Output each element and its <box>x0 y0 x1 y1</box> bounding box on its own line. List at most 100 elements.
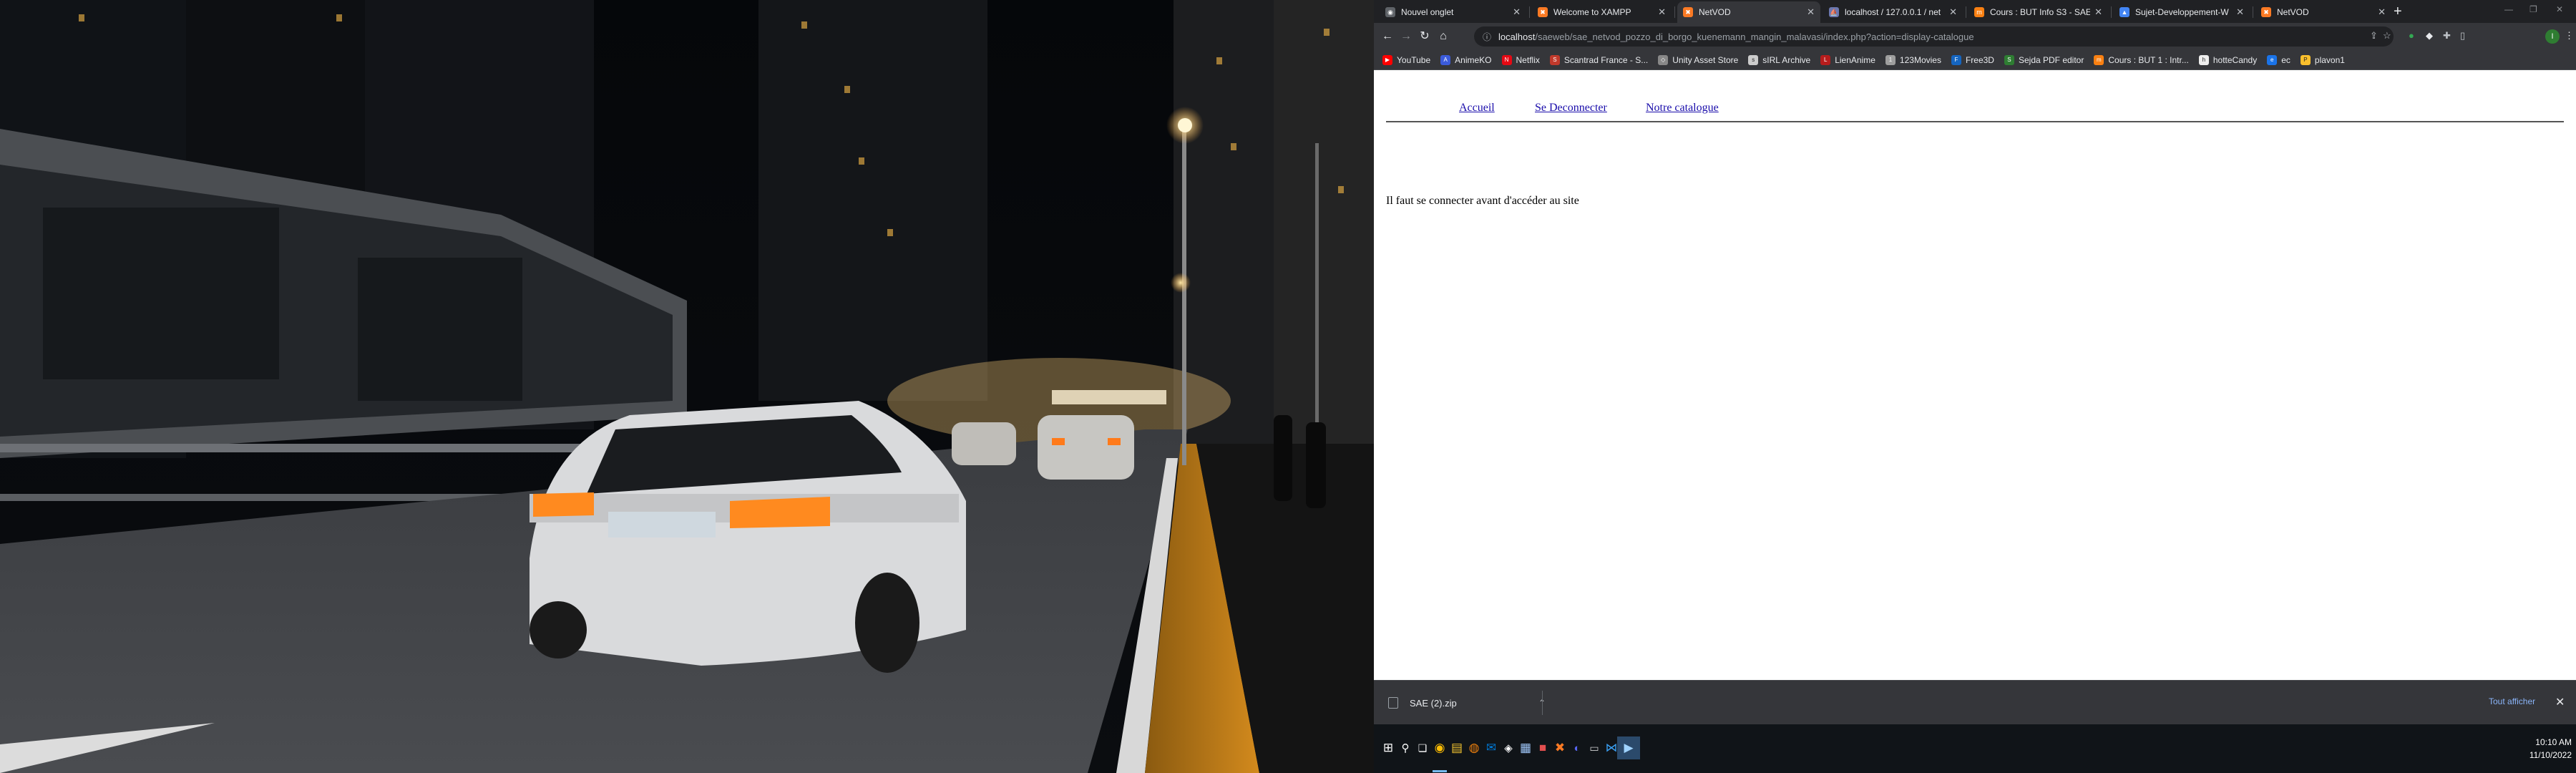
new-tab-button[interactable]: + <box>2394 3 2402 20</box>
tab-separator <box>2111 6 2112 18</box>
url-host: localhost <box>1498 31 1536 42</box>
close-icon[interactable]: ✕ <box>1658 6 1666 18</box>
plavon-icon: P <box>2300 54 2311 65</box>
info-icon[interactable]: ⓘ <box>1483 31 1491 43</box>
bookmark-label: LienAnime <box>1835 54 1875 65</box>
bookmark-label: plavon1 <box>2314 54 2345 65</box>
bookmark-label: sIRL Archive <box>1762 54 1811 65</box>
minimize-icon[interactable]: — <box>2504 4 2513 14</box>
kebab-menu-icon[interactable]: ⋮ <box>2565 30 2574 42</box>
bookmark-label: hotteCandy <box>2212 54 2258 65</box>
close-icon[interactable]: ✕ <box>2094 6 2102 18</box>
movies-icon: 1 <box>1885 54 1896 65</box>
bookmark-label: YouTube <box>1397 54 1431 65</box>
scantrad-icon: S <box>1549 54 1560 65</box>
bookmark-label: 123Movies <box>1899 54 1941 65</box>
bookmark-youtube[interactable]: ▶ YouTube <box>1382 54 1431 65</box>
youtube-icon: ▶ <box>1382 54 1392 65</box>
phpmyadmin-icon: ⛵ <box>1829 7 1839 17</box>
free3d-icon: F <box>1951 54 1961 65</box>
extension-icon[interactable]: ◆ <box>2426 30 2433 42</box>
active-app-icon[interactable]: ▶ <box>1617 736 1640 759</box>
download-separator <box>1542 691 1543 715</box>
bookmark-label: Free3D <box>1965 54 1994 65</box>
bookmark-free3d[interactable]: F Free3D <box>1951 54 1994 65</box>
bookmark-cours[interactable]: m Cours : BUT 1 : Intr... <box>2094 54 2189 65</box>
ec-icon: e <box>2267 54 2278 65</box>
side-panel-icon[interactable]: ▯ <box>2460 30 2465 42</box>
tab-separator <box>1529 6 1530 18</box>
close-icon[interactable]: ✕ <box>1513 6 1521 18</box>
bookmark-sejda[interactable]: S Sejda PDF editor <box>2004 54 2084 65</box>
profile-avatar[interactable]: I <box>2545 29 2560 44</box>
download-bar: SAE (2).zip ⌃ Tout afficher ✕ <box>1374 680 2576 724</box>
bookmark-ec[interactable]: e ec <box>2267 54 2290 65</box>
moodle-icon: m <box>1974 7 1984 17</box>
netflix-icon: N <box>1501 54 1512 65</box>
drive-icon: ▲ <box>2119 7 2129 17</box>
close-icon[interactable]: ✕ <box>2378 6 2386 18</box>
reload-icon[interactable]: ↻ <box>1417 29 1433 44</box>
url-path: /saeweb/sae_netvod_pozzo_di_borgo_kuenem… <box>1535 31 1974 42</box>
tab-moodle[interactable]: m Cours : BUT Info S3 - SAE ✕ <box>1968 1 2108 23</box>
tab-title: NetVOD <box>2277 7 2309 17</box>
tab-netvod[interactable]: ✖ NetVOD ✕ <box>2255 1 2391 23</box>
download-filename: SAE (2).zip <box>1410 697 1457 709</box>
tab-title: Welcome to XAMPP <box>1553 7 1631 17</box>
nav-link-logout[interactable]: Se Deconnecter <box>1535 102 1607 115</box>
browser-window: ◉ Nouvel onglet ✕ ✖ Welcome to XAMPP ✕ ✖… <box>1374 0 2576 773</box>
tab-title: Nouvel onglet <box>1401 7 1454 17</box>
unity-icon: ◇ <box>1658 54 1669 65</box>
nav-link-catalogue[interactable]: Notre catalogue <box>1646 102 1719 115</box>
bookmark-plavon1[interactable]: Pplavon1 <box>2300 54 2345 65</box>
address-bar[interactable]: ⓘ localhost/saeweb/sae_netvod_pozzo_di_b… <box>1474 26 2394 47</box>
bookmark-label: Sejda PDF editor <box>2018 54 2084 65</box>
system-clock[interactable]: 10:10 AM 11/10/2022 <box>2529 736 2572 762</box>
bookmark-hottecandy[interactable]: h hotteCandy <box>2198 54 2258 65</box>
tab-strip: ◉ Nouvel onglet ✕ ✖ Welcome to XAMPP ✕ ✖… <box>1374 0 2576 23</box>
browser-toolbar: ← → ↻ ⌂ ⓘ localhost/saeweb/sae_netvod_po… <box>1374 23 2576 50</box>
bookmark-star-icon[interactable]: ☆ <box>2383 30 2391 42</box>
home-icon[interactable]: ⌂ <box>1435 29 1451 44</box>
bookmark-animeko[interactable]: A AnimeKO <box>1440 54 1492 65</box>
bookmark-label: Unity Asset Store <box>1672 54 1739 65</box>
close-icon[interactable]: ✕ <box>2236 6 2244 18</box>
bookmark-sirl[interactable]: s sIRL Archive <box>1748 54 1811 65</box>
show-all-downloads-link[interactable]: Tout afficher <box>2489 696 2535 706</box>
puzzle-icon[interactable]: ✚ <box>2443 30 2451 42</box>
nav-link-home[interactable]: Accueil <box>1459 102 1495 115</box>
close-icon[interactable]: ✕ <box>2555 695 2565 709</box>
close-icon[interactable]: ✕ <box>1949 6 1957 18</box>
tab-phpmyadmin[interactable]: ⛵ localhost / 127.0.0.1 / net ✕ <box>1823 1 1963 23</box>
tab-netvod-active[interactable]: ✖ NetVOD ✕ <box>1677 1 1820 23</box>
bookmark-unity[interactable]: ◇ Unity Asset Store <box>1658 54 1739 65</box>
xampp-icon: ✖ <box>1683 7 1693 17</box>
back-icon[interactable]: ← <box>1380 29 1395 44</box>
login-required-message: Il faut se connecter avant d'accéder au … <box>1386 195 1579 207</box>
bookmark-netflix[interactable]: N Netflix <box>1501 54 1540 65</box>
desktop-wallpaper <box>0 0 1374 773</box>
chrome-icon: ◉ <box>1385 7 1395 17</box>
extension-icon[interactable]: ● <box>2409 30 2414 41</box>
tab-separator <box>1674 6 1675 18</box>
bookmark-lienanime[interactable]: L LienAnime <box>1820 54 1875 65</box>
bookmark-label: Netflix <box>1516 54 1540 65</box>
clock-date: 11/10/2022 <box>2529 750 2572 760</box>
forward-icon[interactable]: → <box>1398 29 1414 44</box>
bookmark-scantrad[interactable]: S Scantrad France - S... <box>1549 54 1648 65</box>
moodle-icon: m <box>2094 54 2104 65</box>
clock-time: 10:10 AM <box>2535 737 2572 747</box>
maximize-icon[interactable]: ❐ <box>2529 4 2537 14</box>
tab-new-tab[interactable]: ◉ Nouvel onglet ✕ <box>1380 1 1526 23</box>
hottecandy-icon: h <box>2198 54 2209 65</box>
tab-drive[interactable]: ▲ Sujet-Developpement-W ✕ <box>2114 1 2250 23</box>
bookmark-label: AnimeKO <box>1455 54 1492 65</box>
animeko-icon: A <box>1440 54 1451 65</box>
window-close-icon[interactable]: ✕ <box>2556 4 2563 14</box>
download-item[interactable]: SAE (2).zip ⌃ <box>1388 692 1546 714</box>
bookmark-123movies[interactable]: 1 123Movies <box>1885 54 1941 65</box>
tab-xampp[interactable]: ✖ Welcome to XAMPP ✕ <box>1532 1 1672 23</box>
close-icon[interactable]: ✕ <box>1807 6 1815 18</box>
xampp-icon: ✖ <box>1538 7 1548 17</box>
share-icon[interactable]: ⇪ <box>2370 30 2378 42</box>
